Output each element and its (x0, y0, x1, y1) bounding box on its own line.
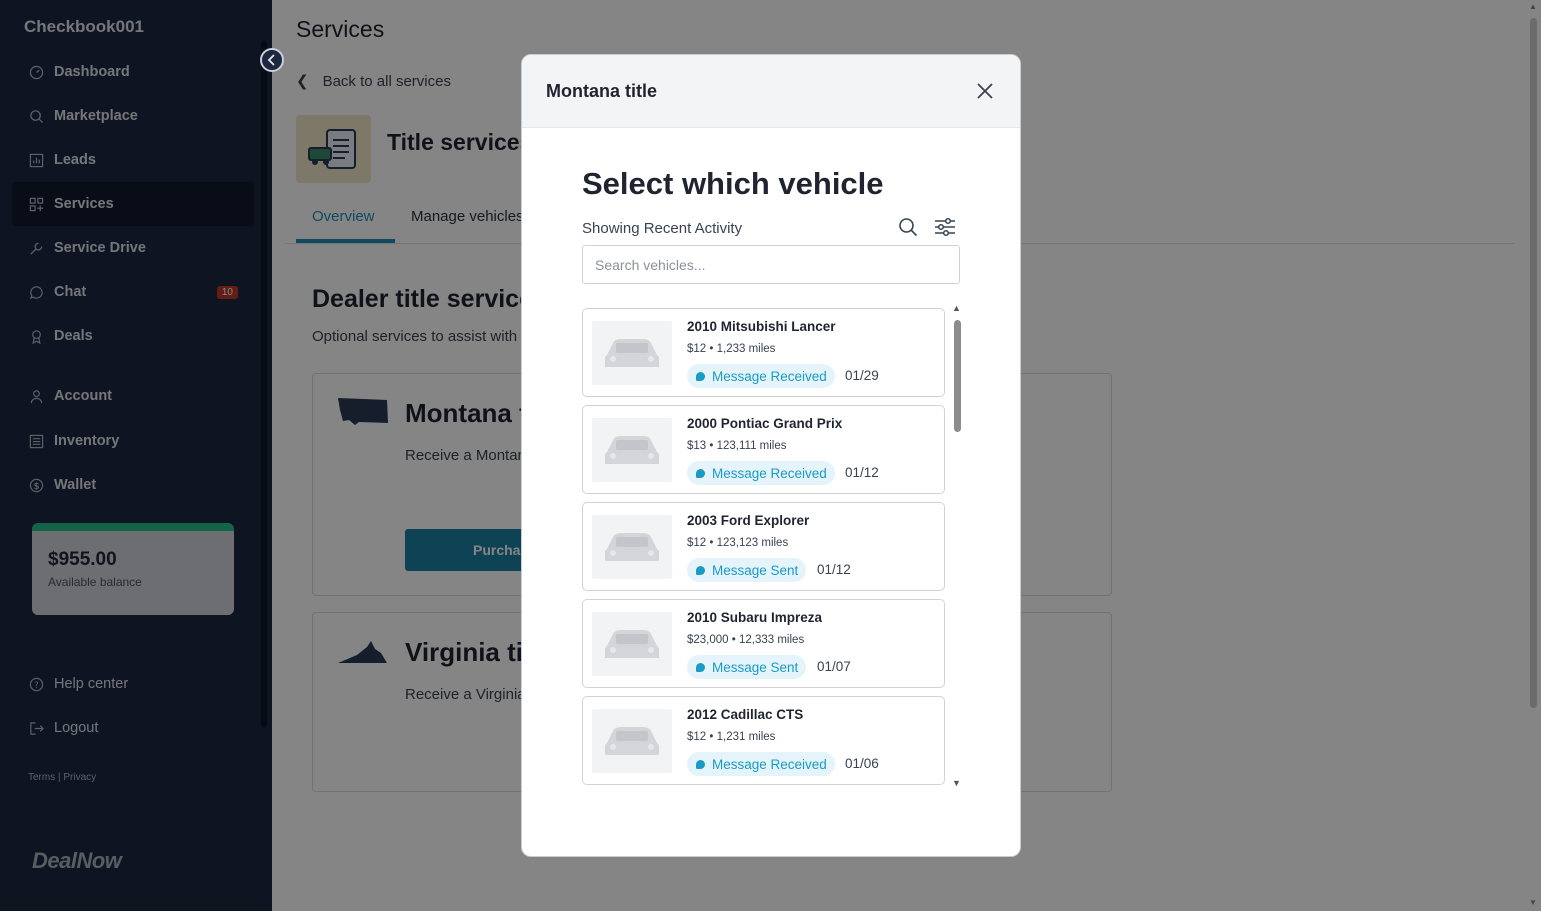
chat-bubble-icon (696, 468, 705, 478)
vehicle-price-mileage: $23,000 • 12,333 miles (687, 634, 805, 646)
status-text: Message Received (712, 368, 827, 384)
vehicle-list-scrollbar-thumb[interactable] (954, 320, 961, 432)
modal-title: Montana title (546, 80, 657, 101)
scroll-up-arrow[interactable]: ▲ (952, 303, 961, 313)
car-placeholder-icon (592, 515, 672, 579)
status-badge: Message Received (687, 461, 835, 485)
collapse-sidebar-button[interactable] (260, 48, 284, 72)
vehicle-list-item[interactable]: 2010 Subaru Impreza $23,000 • 12,333 mil… (582, 599, 945, 688)
status-badge: Message Sent (687, 655, 807, 679)
vehicle-price-mileage: $12 • 1,231 miles (687, 731, 776, 743)
select-vehicle-modal: Montana title Select which vehicle Showi… (521, 54, 1021, 857)
chat-bubble-icon (696, 759, 705, 769)
chat-bubble-icon (696, 662, 705, 672)
car-placeholder-icon (592, 321, 672, 385)
status-badge: Message Received (687, 364, 835, 388)
search-icon[interactable] (898, 217, 920, 239)
vehicle-name: 2010 Subaru Impreza (687, 610, 823, 625)
chevron-left-icon (267, 54, 275, 66)
vehicle-name: 2012 Cadillac CTS (687, 707, 804, 722)
vehicle-name: 2003 Ford Explorer (687, 513, 810, 528)
vehicle-price-mileage: $12 • 123,123 miles (687, 537, 789, 549)
close-button[interactable] (974, 80, 996, 102)
activity-date: 01/12 (817, 562, 851, 577)
activity-date: 01/06 (845, 756, 879, 771)
vehicle-list-item[interactable]: 2000 Pontiac Grand Prix $13 • 123,111 mi… (582, 405, 945, 494)
car-placeholder-icon (592, 612, 672, 676)
scroll-down-arrow[interactable]: ▼ (952, 778, 961, 788)
vehicle-list-item[interactable]: 2010 Mitsubishi Lancer $12 • 1,233 miles… (582, 308, 945, 397)
vehicle-price-mileage: $13 • 123,111 miles (687, 440, 787, 452)
car-placeholder-icon (592, 418, 672, 482)
vehicle-list-item[interactable]: 2003 Ford Explorer $12 • 123,123 miles M… (582, 502, 945, 591)
close-icon (977, 83, 993, 99)
status-text: Message Sent (712, 562, 799, 578)
status-text: Message Sent (712, 659, 799, 675)
chat-bubble-icon (696, 371, 705, 381)
search-vehicles-input[interactable] (582, 245, 960, 284)
status-badge: Message Sent (687, 558, 807, 582)
scroll-up-arrow[interactable]: ▲ (1529, 2, 1537, 11)
vehicle-price-mileage: $12 • 1,233 miles (687, 343, 776, 355)
vehicle-list-item[interactable]: 2012 Cadillac CTS $12 • 1,231 miles Mess… (582, 696, 945, 785)
vehicle-name: 2000 Pontiac Grand Prix (687, 416, 843, 431)
status-badge: Message Received (687, 752, 835, 776)
showing-filter-label: Showing Recent Activity (582, 220, 743, 237)
filter-sliders-icon[interactable] (934, 217, 956, 239)
status-text: Message Received (712, 756, 827, 772)
page-scrollbar[interactable]: ▲ ▼ (1527, 0, 1541, 911)
status-text: Message Received (712, 465, 827, 481)
activity-date: 01/07 (817, 659, 851, 674)
car-placeholder-icon (592, 709, 672, 773)
scroll-down-arrow[interactable]: ▼ (1529, 898, 1537, 907)
vehicle-list-scrollbar[interactable]: ▲ ▼ (952, 303, 962, 790)
page-scrollbar-thumb[interactable] (1530, 18, 1537, 708)
vehicle-name: 2010 Mitsubishi Lancer (687, 319, 836, 334)
select-vehicle-heading: Select which vehicle (582, 166, 884, 201)
modal-header: Montana title (522, 55, 1020, 128)
activity-date: 01/29 (845, 368, 879, 383)
activity-date: 01/12 (845, 465, 879, 480)
chat-bubble-icon (696, 565, 705, 575)
